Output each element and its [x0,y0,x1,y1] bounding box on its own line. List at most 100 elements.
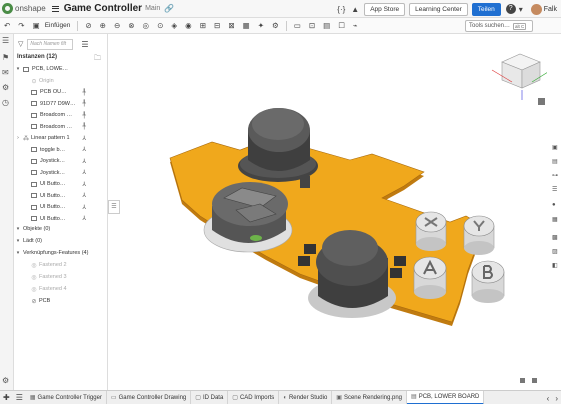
instance-item[interactable]: Broadcom … ╀ [14,110,108,120]
filter-input[interactable]: Nach Namen filt [27,38,74,50]
parallel-mate-icon[interactable]: ⊞ [200,21,206,30]
insert-button[interactable]: Einfügen [45,22,71,29]
variables-icon[interactable]: ▨ [552,248,560,256]
help-icon[interactable]: ? [505,4,516,14]
insert-icon[interactable]: ▣ [33,21,40,30]
username[interactable]: Falk [544,6,557,13]
section-view-icon[interactable]: ☐ [338,21,345,30]
learning-center-button[interactable]: Learning Center [409,2,468,16]
chevron-down-icon[interactable]: ▾ [519,5,523,14]
ui-button-y[interactable] [463,215,495,255]
tab-pcb-lower-board[interactable]: ▤ PCB, LOWER BOARD [407,390,485,404]
broadcom-chip[interactable] [298,256,310,266]
mate-connector-panel-icon[interactable]: ⊶ [552,172,560,180]
ui-button-a[interactable] [413,256,447,299]
graphics-icon[interactable]: ◧ [552,262,560,270]
fastened-mate-item[interactable]: ◎ Fastened 4 [14,284,108,294]
planar-mate-icon[interactable]: ◈ [171,21,177,30]
instance-item[interactable]: 91D77 D9W… ╀ [14,99,108,109]
redo-icon[interactable]: ↷ [18,21,24,30]
onshape-logo[interactable]: onshape [2,3,46,14]
3d-viewport[interactable] [120,34,549,390]
render-mode-icon[interactable]: ⌁ [353,21,358,30]
comments-icon[interactable]: ✉ [2,68,9,77]
document-title[interactable]: Game Controller [64,3,142,14]
materials-icon[interactable]: ● [552,202,560,210]
properties-icon[interactable]: ▦ [552,216,560,224]
tangent-mate-icon[interactable]: ⊟ [214,21,220,30]
history-icon[interactable]: ◷ [2,98,9,107]
feature-list-icon[interactable]: ☰ [2,36,9,45]
ui-button-x[interactable] [415,211,447,251]
group-icon[interactable]: ▦ [243,21,250,30]
notification-bell-icon[interactable]: ▲ [351,5,359,14]
instance-item[interactable]: PCB OU… ╀ [14,87,108,97]
broadcom-chip[interactable] [394,256,406,266]
instance-item[interactable]: › ⁂ Linear pattern 1 ⅄ [14,133,108,143]
instance-item[interactable]: UI Butto… ⅄ [14,214,108,224]
measure-icon[interactable]: ▭ [294,21,301,30]
settings-icon[interactable]: ⚙ [2,376,9,385]
width-mate-icon[interactable]: ⊠ [228,21,234,30]
tab-game-controller-trigger[interactable]: ▦ Game Controller Trigger [26,390,107,404]
broadcom-chip[interactable] [304,244,316,254]
share-button[interactable]: Teilen [471,2,501,16]
instance-item[interactable]: UI Butto… ⅄ [14,191,108,201]
tool-search-input[interactable]: Tools suchen… alt C [465,20,533,32]
configuration-panel-icon[interactable]: ☰ [552,186,560,194]
instance-item[interactable]: Joystick… ⅄ [14,168,108,178]
pcb-mate-item[interactable]: ⊘ PCB [14,296,108,306]
model-canvas[interactable] [120,34,549,390]
instance-item[interactable]: ⊙ Origin [14,76,108,86]
instance-item[interactable]: Joystick… ⅄ [14,156,108,166]
bom-icon[interactable]: ▤ [552,158,560,166]
gear-relation-icon[interactable]: ⚙ [272,21,279,30]
tab-scene-rendering-png[interactable]: ▣ Scene Rendering.png [332,390,408,404]
fastened-mate-icon[interactable]: ⊕ [100,21,106,30]
tab-game-controller-drawing[interactable]: ▭ Game Controller Drawing [107,390,192,404]
tab-list-icon[interactable]: ☰ [16,393,23,402]
tab-cad-imports[interactable]: ▢ CAD Imports [228,390,280,404]
ball-mate-icon[interactable]: ◉ [185,21,192,30]
tab-id-data[interactable]: ▢ ID Data [191,390,229,404]
filter-icon[interactable]: ▽ [18,40,23,48]
link-icon[interactable]: 🔗 [164,4,174,13]
chevron-down-icon[interactable]: ▾ [14,66,22,72]
ui-button-b[interactable] [471,260,505,303]
configuration-icon[interactable]: ⚙ [2,83,9,92]
color-palette-icon[interactable]: ▩ [552,234,560,242]
code-icon[interactable]: {·} [337,5,345,14]
toggle-switch[interactable] [300,176,310,188]
instance-item[interactable]: toggle b… ⅄ [14,145,108,155]
cylindrical-mate-icon[interactable]: ◎ [143,21,150,30]
loads-node[interactable]: ▾ Lädt (0) [14,236,108,246]
instance-item[interactable]: UI Butto… ⅄ [14,179,108,189]
display-state-icon[interactable]: ▤ [323,21,330,30]
view-options-icon[interactable] [538,98,545,105]
menu-icon[interactable] [51,5,59,12]
revolute-mate-icon[interactable]: ⊖ [114,21,120,30]
replicate-icon[interactable]: ⊘ [85,21,91,30]
chevron-right-icon[interactable]: › [14,135,22,141]
tab-scroll-right-icon[interactable]: › [555,394,558,403]
panel-collapse-handle[interactable]: ☰ [108,200,120,214]
app-store-button[interactable]: App Store [364,2,406,16]
upper-joystick[interactable] [238,108,318,182]
branch-label[interactable]: Main [145,5,160,12]
avatar[interactable] [530,3,542,15]
undo-icon[interactable]: ↶ [4,21,10,30]
tab-scroll-left-icon[interactable]: ‹ [547,394,550,403]
broadcom-chip[interactable] [390,268,402,278]
fastened-mate-item[interactable]: ◎ Fastened 3 [14,272,108,282]
instance-item[interactable]: UI Butto… ⅄ [14,202,108,212]
tab-render-studio[interactable]: ◐ Render Studio [279,390,333,404]
instance-item[interactable]: Broadcom … ╀ [14,122,108,132]
view-cube[interactable] [491,53,549,100]
pin-slot-mate-icon[interactable]: ⊙ [157,21,163,30]
appearance-icon[interactable]: ▣ [552,144,560,152]
list-view-icon[interactable]: ☰ [81,40,88,49]
mate-features-node[interactable]: ▾ Verknüpfungs-Features (4) [14,248,108,258]
parts-icon[interactable]: ⚑ [2,53,9,62]
insert-tab-icon[interactable]: ✚ [3,393,10,402]
mate-connector-icon[interactable]: ✦ [258,21,264,30]
